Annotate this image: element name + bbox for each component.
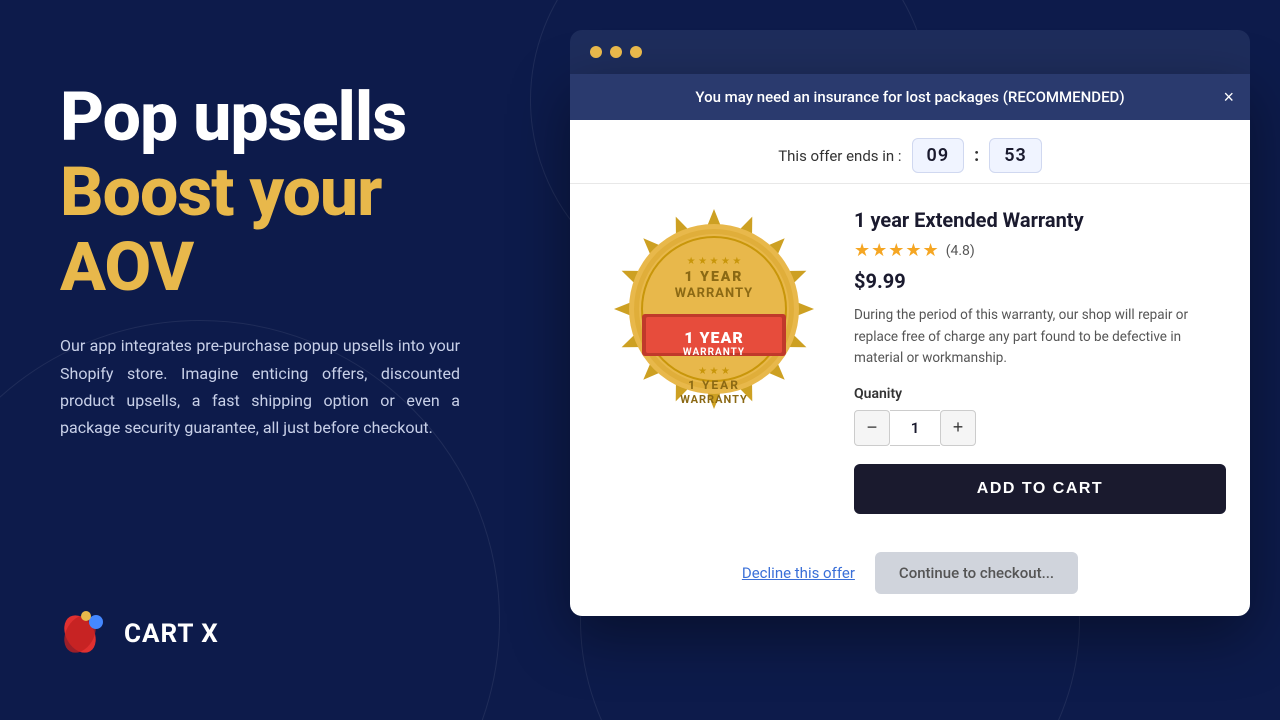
continue-checkout-button[interactable]: Continue to checkout...: [875, 552, 1078, 594]
add-to-cart-button[interactable]: ADD TO CART: [854, 464, 1226, 514]
product-title: 1 year Extended Warranty: [854, 208, 1226, 232]
svg-text:1 YEAR: 1 YEAR: [688, 378, 740, 392]
svg-text:★ ★ ★: ★ ★ ★: [698, 366, 730, 377]
timer-colon: :: [974, 145, 979, 166]
headline-gold-line1: Boost your: [60, 155, 540, 230]
product-info: 1 year Extended Warranty ★★★★★ (4.8) $9.…: [854, 204, 1226, 514]
quantity-increase-button[interactable]: +: [940, 410, 976, 446]
svg-text:WARRANTY: WARRANTY: [680, 393, 748, 406]
quantity-controls: − 1 +: [854, 410, 1226, 446]
product-image-area: ★ ★ ★ ★ ★ 1 YEAR WARRANTY 1 YEAR WARRANT…: [594, 204, 834, 414]
offer-timer: This offer ends in : 09 : 53: [570, 120, 1250, 184]
timer-seconds: 53: [989, 138, 1042, 173]
cartx-logo-icon: [60, 608, 112, 660]
popup-modal: You may need an insurance for lost packa…: [570, 74, 1250, 616]
timer-label: This offer ends in :: [778, 147, 901, 165]
browser-dot-2: [610, 46, 622, 58]
notification-bar: You may need an insurance for lost packa…: [570, 74, 1250, 120]
logo-area: CART X: [60, 608, 219, 660]
product-section: ★ ★ ★ ★ ★ 1 YEAR WARRANTY 1 YEAR WARRANT…: [570, 184, 1250, 534]
timer-minutes: 09: [912, 138, 965, 173]
product-price: $9.99: [854, 269, 1226, 293]
popup-footer: Decline this offer Continue to checkout.…: [570, 534, 1250, 616]
product-description: During the period of this warranty, our …: [854, 305, 1226, 370]
svg-text:1 YEAR: 1 YEAR: [684, 328, 744, 347]
star-rating: ★★★★★: [854, 240, 940, 261]
headline-white: Pop upsells: [60, 80, 540, 155]
stars-row: ★★★★★ (4.8): [854, 240, 1226, 261]
svg-text:★ ★ ★ ★ ★: ★ ★ ★ ★ ★: [687, 256, 742, 267]
browser-dot-3: [630, 46, 642, 58]
svg-text:WARRANTY: WARRANTY: [675, 286, 753, 301]
headline-gold-line2: AOV: [60, 230, 540, 305]
logo-text: CART X: [124, 619, 219, 649]
decline-offer-button[interactable]: Decline this offer: [742, 564, 855, 582]
quantity-label: Quanity: [854, 386, 1226, 402]
left-panel: Pop upsells Boost your AOV Our app integ…: [60, 80, 540, 441]
browser-area: You may need an insurance for lost packa…: [570, 30, 1250, 690]
rating-count: (4.8): [946, 243, 975, 259]
description-text: Our app integrates pre-purchase popup up…: [60, 332, 460, 441]
svg-text:1 YEAR: 1 YEAR: [685, 269, 744, 285]
close-button[interactable]: ×: [1223, 88, 1234, 106]
browser-dot-1: [590, 46, 602, 58]
quantity-value: 1: [890, 410, 940, 446]
notification-text: You may need an insurance for lost packa…: [695, 88, 1124, 106]
browser-chrome: [570, 30, 1250, 74]
svg-text:WARRANTY: WARRANTY: [683, 347, 745, 358]
warranty-badge-svg: ★ ★ ★ ★ ★ 1 YEAR WARRANTY 1 YEAR WARRANT…: [609, 204, 819, 414]
quantity-decrease-button[interactable]: −: [854, 410, 890, 446]
